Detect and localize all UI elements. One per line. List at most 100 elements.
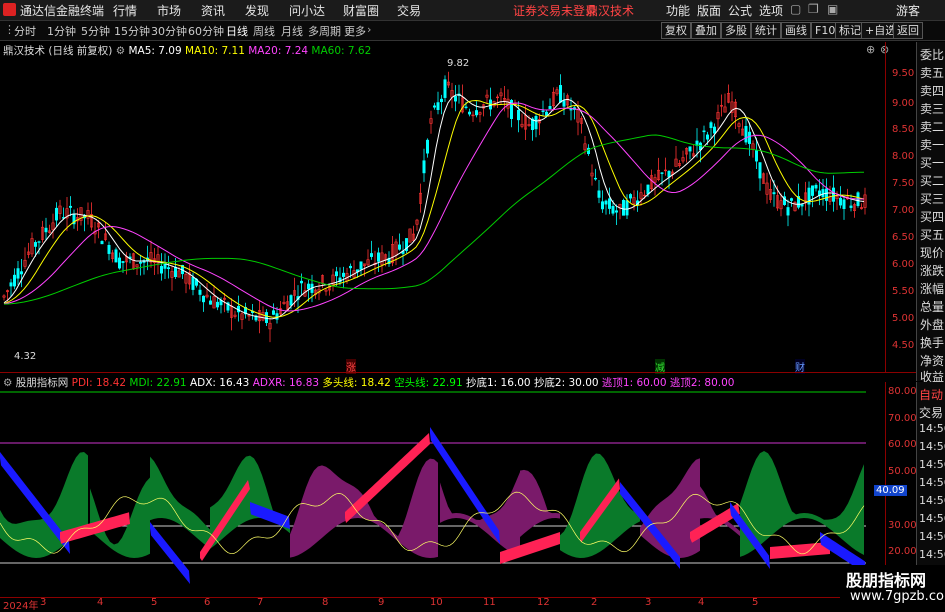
candle-body <box>202 295 206 303</box>
time-axis <box>0 597 916 610</box>
candle-body <box>628 194 632 199</box>
tab-auto[interactable]: 自动 <box>919 386 943 403</box>
pane-divider[interactable] <box>0 372 916 373</box>
tab-outer[interactable]: 外盘 <box>920 316 944 333</box>
period-weekly[interactable]: 周线 <box>253 23 275 39</box>
guest-label[interactable]: 游客 <box>896 2 920 19</box>
price-tick: 6.50 <box>892 232 915 243</box>
candle-body <box>306 283 310 290</box>
menu-shichang[interactable]: 市场 <box>157 2 181 19</box>
candle-body <box>625 200 629 216</box>
period-more[interactable]: 更多 <box>344 23 366 39</box>
app-logo-icon <box>3 3 16 16</box>
menu-faxian[interactable]: 发现 <box>245 2 269 19</box>
quote-side-panel: 委比 卖五 卖四 卖三 卖二 卖一 买一 买二 买三 买四 买五 现价 涨跌 涨… <box>916 42 945 384</box>
candle-body <box>516 109 520 121</box>
tab-sell3[interactable]: 卖三 <box>920 100 944 117</box>
candle-body <box>44 227 48 233</box>
high-label: 9.82 <box>447 58 470 69</box>
tab-volume[interactable]: 总量 <box>920 298 944 315</box>
tab-weibi[interactable]: 委比 <box>920 46 944 63</box>
candle-body <box>289 295 293 306</box>
low-label: 4.32 <box>14 351 37 362</box>
tab-price[interactable]: 现价 <box>920 244 944 261</box>
btn-fuquan[interactable]: 复权 <box>661 22 691 39</box>
tab-sell1[interactable]: 卖一 <box>920 136 944 153</box>
restore-icon[interactable]: ❐ <box>808 2 819 16</box>
tab-pct[interactable]: 涨幅 <box>920 280 944 297</box>
ma10-line <box>3 99 865 318</box>
period-30min[interactable]: 30分钟 <box>151 23 187 39</box>
menu-jiaoyi[interactable]: 交易 <box>397 2 421 19</box>
candle-body <box>474 110 478 116</box>
tab-trade[interactable]: 交易 <box>919 404 943 421</box>
tab-sell2[interactable]: 卖二 <box>920 118 944 135</box>
tab-turnover[interactable]: 换手 <box>920 334 944 351</box>
menu-gongshi[interactable]: 公式 <box>728 2 752 19</box>
menu-caifuquan[interactable]: 财富圈 <box>343 2 379 19</box>
period-5min[interactable]: 5分钟 <box>81 23 110 39</box>
candle-body <box>772 192 776 195</box>
period-fenshi[interactable]: 分时 <box>14 23 36 39</box>
price-tick: 4.50 <box>892 340 915 351</box>
ind-tick: 80.00 <box>888 386 917 397</box>
price-tick: 9.50 <box>892 68 915 79</box>
period-monthly[interactable]: 月线 <box>281 23 303 39</box>
period-60min[interactable]: 60分钟 <box>188 23 224 39</box>
candle-body <box>114 249 118 263</box>
tab-buy4[interactable]: 买四 <box>920 208 944 225</box>
btn-back[interactable]: 返回 <box>893 22 923 39</box>
x-label: 4 <box>698 597 705 608</box>
more-chevron-icon[interactable]: › <box>367 23 371 36</box>
adx-band <box>520 469 560 537</box>
minimize-icon[interactable]: ▢ <box>790 2 801 16</box>
btn-diejia[interactable]: 叠加 <box>691 22 721 39</box>
candle-body <box>439 98 443 103</box>
price-tick: 7.00 <box>892 205 915 216</box>
menu-gongneng[interactable]: 功能 <box>666 2 690 19</box>
maximize-icon[interactable]: ▣ <box>827 2 838 16</box>
candle-body <box>19 271 23 275</box>
tab-buy1[interactable]: 买一 <box>920 154 944 171</box>
tab-change[interactable]: 涨跌 <box>920 262 944 279</box>
tab-netasset[interactable]: 净资 <box>920 352 944 369</box>
price-chart[interactable] <box>0 42 885 372</box>
candle-body <box>271 310 275 315</box>
tab-buy3[interactable]: 买三 <box>920 190 944 207</box>
menu-wenxiaoda[interactable]: 问小达 <box>289 2 325 19</box>
period-daily[interactable]: 日线 <box>226 23 248 39</box>
tab-buy5[interactable]: 买五 <box>920 226 944 243</box>
indicator-chart[interactable] <box>0 388 885 598</box>
candle-body <box>688 146 692 152</box>
tab-buy2[interactable]: 买二 <box>920 172 944 189</box>
menu-hangqing[interactable]: 行情 <box>113 2 137 19</box>
candle-body <box>348 265 352 269</box>
btn-duogu[interactable]: 多股 <box>721 22 751 39</box>
candle-body <box>160 265 164 274</box>
candle-body <box>16 268 20 279</box>
period-multi[interactable]: 多周期 <box>308 23 341 39</box>
login-status[interactable]: 证券交易未登录 <box>513 2 597 19</box>
menu-banmian[interactable]: 版面 <box>697 2 721 19</box>
candle-body <box>789 198 793 201</box>
candle-body <box>299 280 303 284</box>
candle-body <box>369 253 373 257</box>
tab-sell4[interactable]: 卖四 <box>920 82 944 99</box>
x-label: 5 <box>752 597 759 608</box>
tab-sell5[interactable]: 卖五 <box>920 64 944 81</box>
candle-body <box>709 122 713 129</box>
period-toolbar: ⋮ 分时 1分钟 5分钟 15分钟 30分钟 60分钟 日线 周线 月线 多周期… <box>0 21 945 41</box>
candle-body <box>593 177 597 180</box>
menu-zixun[interactable]: 资讯 <box>201 2 225 19</box>
x-label: 3 <box>40 597 47 608</box>
candle-body <box>139 261 143 264</box>
btn-tongji[interactable]: 统计 <box>751 22 781 39</box>
btn-huaxian[interactable]: 画线 <box>781 22 811 39</box>
period-1min[interactable]: 1分钟 <box>47 23 76 39</box>
adx-band <box>0 451 88 558</box>
menu-xuanxiang[interactable]: 选项 <box>759 2 783 19</box>
period-15min[interactable]: 15分钟 <box>114 23 150 39</box>
x-label: 3 <box>645 597 652 608</box>
candle-body <box>597 190 601 198</box>
ind-tick: 50.00 <box>888 466 917 477</box>
